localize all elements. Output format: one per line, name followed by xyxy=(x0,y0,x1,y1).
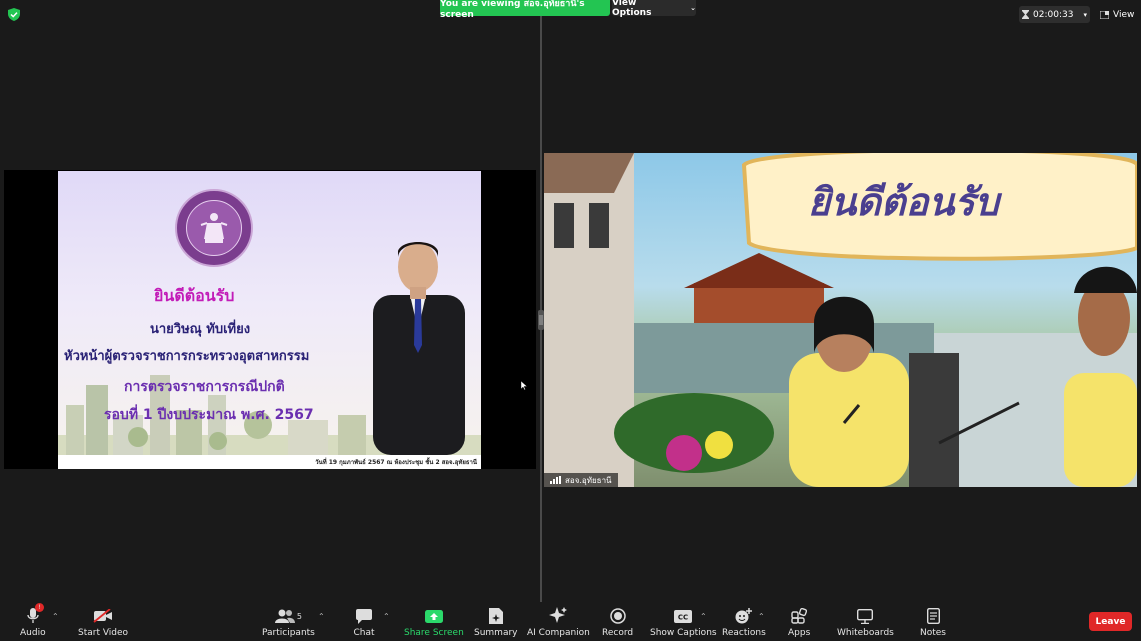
whiteboard-icon xyxy=(857,608,874,624)
smiley-plus-icon xyxy=(735,608,752,624)
start-video-label: Start Video xyxy=(78,628,129,638)
audio-label: Audio xyxy=(20,628,46,638)
participants-options-caret-icon[interactable]: ⌃ xyxy=(318,612,325,621)
signal-strength-icon xyxy=(550,476,561,484)
closed-captions-icon: CC xyxy=(674,609,693,623)
split-divider[interactable] xyxy=(540,16,542,602)
participant-name: สอจ.อุทัยธานี xyxy=(565,475,612,485)
meeting-toolbar: ! Audio ⌃ Start Video 5 Participants ⌃ C… xyxy=(0,602,1141,641)
reactions-options-caret-icon[interactable]: ⌃ xyxy=(758,612,765,621)
deity-emblem-icon xyxy=(200,213,228,243)
notes-icon xyxy=(926,608,940,624)
participants-count: 5 xyxy=(296,611,302,621)
view-label: View xyxy=(1113,9,1135,20)
meeting-timer[interactable]: 02:00:33 ▾ xyxy=(1019,6,1090,23)
chat-button[interactable]: Chat xyxy=(353,606,375,638)
ministry-seal-logo xyxy=(175,189,253,267)
chat-label: Chat xyxy=(353,628,375,638)
chat-bubble-icon xyxy=(356,608,372,624)
security-shield-icon[interactable] xyxy=(8,8,20,21)
apps-icon xyxy=(791,608,808,624)
presenter-portrait-image xyxy=(373,242,465,455)
notes-button[interactable]: Notes xyxy=(920,606,946,638)
audio-button[interactable]: ! Audio xyxy=(20,603,46,638)
chevron-down-icon: ▾ xyxy=(1083,10,1087,19)
viewing-screen-banner: You are viewing สอจ.อุทัยธานี's screen xyxy=(440,0,610,20)
reactions-label: Reactions xyxy=(722,628,766,638)
share-screen-button[interactable]: Share Screen xyxy=(404,606,464,638)
presentation-slide: ยินดีต้อนรับ นายวิษณุ ทับเที่ยง หัวหน้าผ… xyxy=(58,171,481,469)
share-screen-icon xyxy=(424,609,443,623)
summary-label: Summary xyxy=(474,628,518,638)
chat-options-caret-icon[interactable]: ⌃ xyxy=(383,612,390,621)
captions-options-caret-icon[interactable]: ⌃ xyxy=(700,612,707,621)
slide-name-text: นายวิษณุ ทับเที่ยง xyxy=(150,322,251,337)
alert-badge-icon: ! xyxy=(34,603,44,612)
show-captions-button[interactable]: CC Show Captions xyxy=(650,606,717,638)
participants-button[interactable]: 5 Participants xyxy=(262,606,315,638)
view-options-label: View Options xyxy=(612,0,652,18)
sparkle-icon xyxy=(549,607,568,623)
video-welcome-banner-text: ยินดีต้อนรับ xyxy=(808,179,999,224)
record-label: Record xyxy=(602,628,634,638)
view-button[interactable]: View xyxy=(1100,6,1134,23)
ai-companion-label: AI Companion xyxy=(527,628,590,638)
ai-companion-button[interactable]: AI Companion xyxy=(527,606,590,638)
video-off-icon xyxy=(93,609,113,623)
summary-button[interactable]: Summary xyxy=(474,606,518,638)
show-captions-label: Show Captions xyxy=(650,628,717,638)
participant-name-label: สอจ.อุทัยธานี xyxy=(544,473,618,487)
apps-label: Apps xyxy=(788,628,811,638)
chevron-down-icon: ⌄ xyxy=(690,4,696,12)
leave-button[interactable]: Leave xyxy=(1089,612,1132,631)
record-button[interactable]: Record xyxy=(602,606,633,638)
record-icon xyxy=(609,608,626,624)
start-video-button[interactable]: Start Video xyxy=(78,606,128,638)
view-options-button[interactable]: View Options ⌄ xyxy=(612,0,696,18)
slide-welcome-text: ยินดีต้อนรับ xyxy=(154,286,235,305)
view-grid-icon xyxy=(1100,10,1109,19)
whiteboards-label: Whiteboards xyxy=(837,628,894,638)
slide-date-text: วันที่ 19 กุมภาพันธ์ 2567 ณ ห้องประชุม ช… xyxy=(315,459,477,466)
share-screen-label: Share Screen xyxy=(404,628,464,638)
timer-value: 02:00:33 xyxy=(1033,9,1074,20)
audio-options-caret-icon[interactable]: ⌃ xyxy=(52,612,59,621)
apps-button[interactable]: Apps xyxy=(788,606,810,638)
slide-round-text: รอบที่ 1 ปีงบประมาณ พ.ศ. 2567 xyxy=(104,407,314,423)
mouse-cursor-icon xyxy=(521,381,527,390)
notes-label: Notes xyxy=(920,628,946,638)
whiteboards-button[interactable]: Whiteboards xyxy=(837,606,894,638)
svg-text:CC: CC xyxy=(678,613,688,621)
reactions-button[interactable]: Reactions xyxy=(722,606,766,638)
slide-inspection-text: การตรวจราชการกรณีปกติ xyxy=(124,379,285,395)
participants-icon xyxy=(274,609,295,623)
summary-document-icon xyxy=(488,608,503,624)
hourglass-icon xyxy=(1022,10,1030,19)
participants-label: Participants xyxy=(262,628,315,638)
slide-position-text: หัวหน้าผู้ตรวจราชการกระทรวงอุตสาหกรรม xyxy=(64,349,310,364)
participant-video[interactable]: ยินดีต้อนรับ สอจ.อุทัยธานี xyxy=(544,153,1137,487)
